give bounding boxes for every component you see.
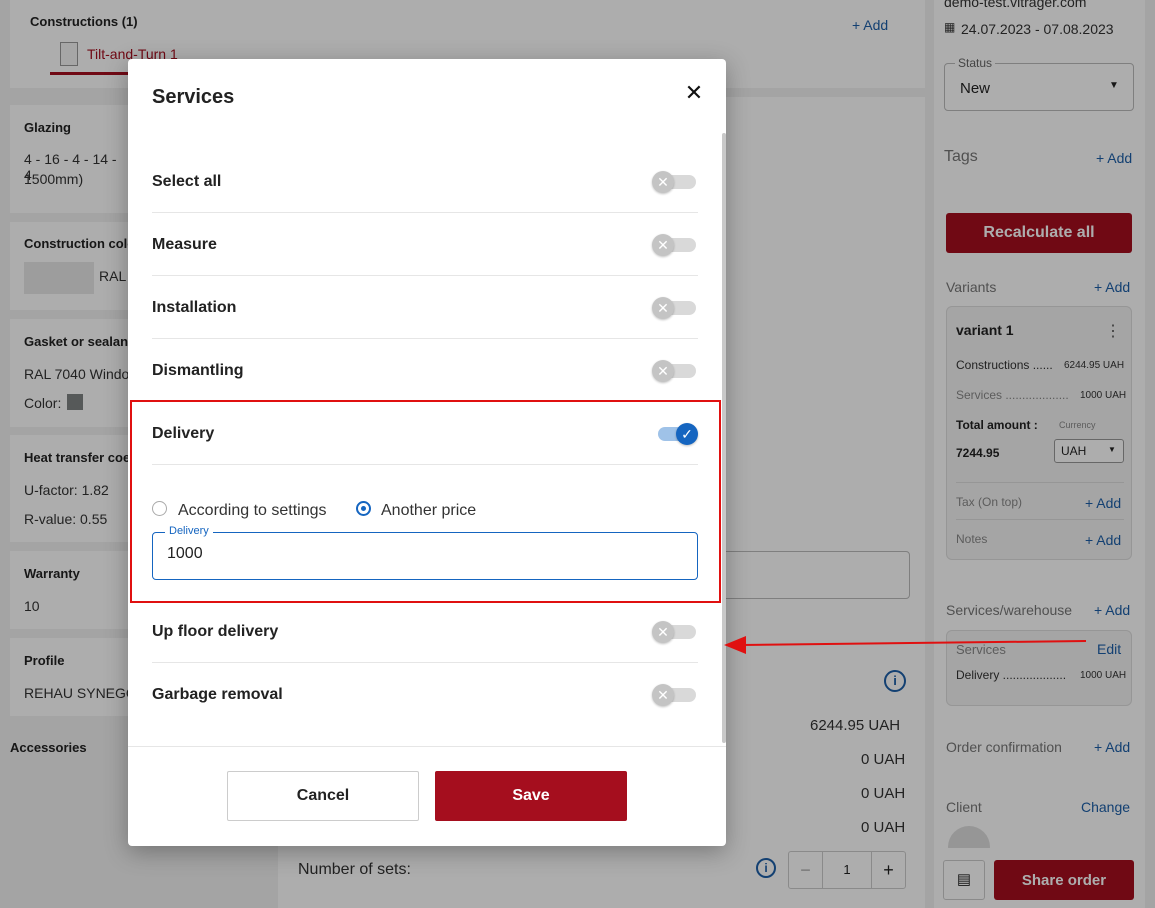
service-row-dismantling[interactable]: Dismantling ✕ <box>152 339 698 402</box>
delivery-field-label: Delivery <box>165 525 213 537</box>
service-label: Measure <box>152 236 217 253</box>
close-icon[interactable]: ✕ <box>682 81 706 105</box>
service-label: Dismantling <box>152 362 244 379</box>
close-icon: ✕ <box>652 684 674 706</box>
service-row-delivery[interactable]: Delivery ✓ <box>152 402 698 465</box>
dialog-title: Services <box>152 86 235 108</box>
delivery-toggle[interactable]: ✓ <box>652 423 698 445</box>
service-row-garbage-removal[interactable]: Garbage removal ✕ <box>152 663 698 726</box>
cancel-button[interactable]: Cancel <box>227 771 419 821</box>
service-label: Delivery <box>152 425 215 442</box>
service-row-select-all[interactable]: Select all ✕ <box>152 150 698 213</box>
measure-toggle[interactable]: ✕ <box>652 234 698 256</box>
check-icon: ✓ <box>676 423 698 445</box>
close-icon: ✕ <box>652 621 674 643</box>
save-button[interactable]: Save <box>435 771 627 821</box>
according-to-settings-radio[interactable] <box>152 501 167 516</box>
close-icon: ✕ <box>652 360 674 382</box>
garbage-removal-toggle[interactable]: ✕ <box>652 684 698 706</box>
service-row-measure[interactable]: Measure ✕ <box>152 213 698 276</box>
dismantling-toggle[interactable]: ✕ <box>652 360 698 382</box>
services-dialog: Services ✕ Select all ✕ Measure ✕ Instal… <box>128 59 726 846</box>
service-label: Installation <box>152 299 237 316</box>
close-icon: ✕ <box>652 234 674 256</box>
service-label: Garbage removal <box>152 686 283 703</box>
up-floor-delivery-toggle[interactable]: ✕ <box>652 621 698 643</box>
service-row-up-floor-delivery[interactable]: Up floor delivery ✕ <box>152 600 698 663</box>
another-price-label[interactable]: Another price <box>381 502 476 520</box>
dialog-footer-divider <box>128 746 726 747</box>
installation-toggle[interactable]: ✕ <box>652 297 698 319</box>
delivery-price-field[interactable]: Delivery <box>152 525 698 580</box>
close-icon: ✕ <box>652 297 674 319</box>
another-price-radio[interactable] <box>356 501 371 516</box>
close-icon: ✕ <box>652 171 674 193</box>
service-label: Up floor delivery <box>152 623 279 640</box>
select-all-toggle[interactable]: ✕ <box>652 171 698 193</box>
delivery-price-input[interactable] <box>167 545 667 563</box>
service-label: Select all <box>152 173 222 190</box>
according-to-settings-label[interactable]: According to settings <box>178 502 327 520</box>
annotation-arrow-icon <box>724 636 1087 654</box>
service-row-installation[interactable]: Installation ✕ <box>152 276 698 339</box>
